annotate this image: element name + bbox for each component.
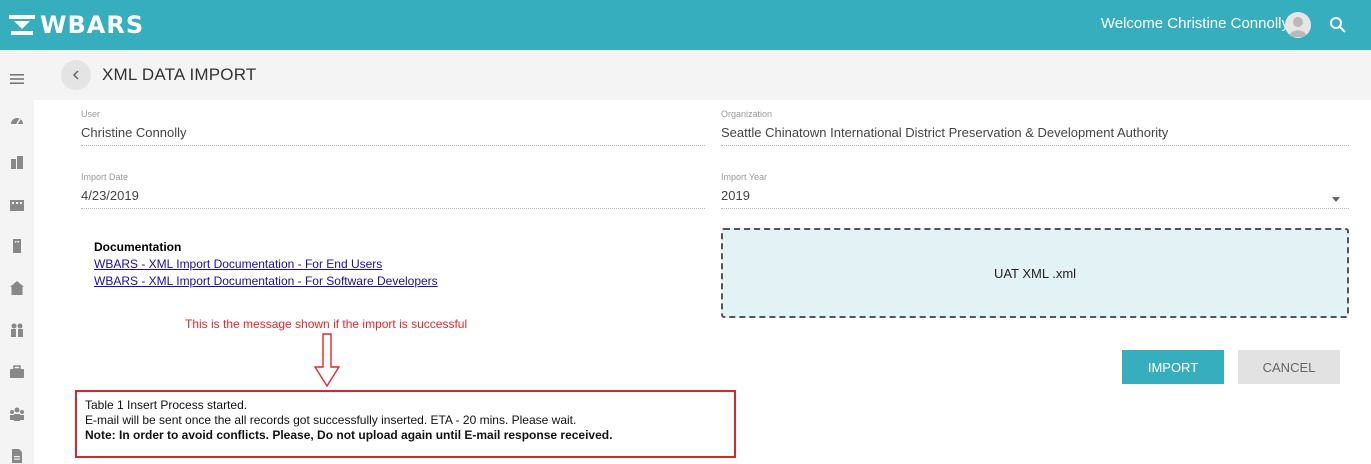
organization-label: Organization: [721, 109, 773, 119]
briefcase-icon[interactable]: [9, 364, 25, 380]
app-logo[interactable]: WBARS: [8, 10, 144, 40]
annotation-arrow-icon: [313, 333, 341, 388]
user-avatar-icon[interactable]: [1285, 12, 1311, 38]
search-icon[interactable]: [1325, 12, 1351, 38]
dashboard-icon[interactable]: [9, 112, 25, 128]
house-icon[interactable]: [9, 280, 25, 296]
import-date-label: Import Date: [81, 172, 129, 182]
cancel-button[interactable]: CANCEL: [1238, 350, 1340, 384]
import-date-field[interactable]: 4/23/2019: [81, 188, 139, 203]
end-user-doc-link[interactable]: WBARS - XML Import Documentation - For E…: [94, 257, 382, 271]
documentation-title: Documentation: [94, 240, 182, 254]
import-year-select[interactable]: 2019: [721, 188, 750, 203]
organization-field[interactable]: Seattle Chinatown International District…: [721, 125, 1168, 140]
annotation-text: This is the message shown if the import …: [185, 317, 468, 331]
page-header: XML DATA IMPORT: [34, 50, 1371, 100]
message-note: Note: In order to avoid conflicts. Pleas…: [85, 428, 613, 442]
back-button[interactable]: [61, 60, 91, 90]
document-icon[interactable]: [9, 448, 25, 464]
properties-icon[interactable]: [9, 196, 25, 212]
tower-icon[interactable]: [9, 238, 25, 254]
message-line: Table 1 Insert Process started.: [85, 398, 248, 412]
organization-field-underline: [721, 145, 1349, 146]
user-label: User: [81, 109, 101, 119]
uploaded-file-name: UAT XML .xml: [993, 265, 1077, 281]
chevron-left-icon: [72, 70, 79, 80]
sidebar: [0, 50, 34, 464]
import-date-field-underline: [81, 208, 705, 209]
user-field-underline: [81, 145, 705, 146]
group-icon[interactable]: [9, 406, 25, 422]
developer-doc-link[interactable]: WBARS - XML Import Documentation - For S…: [94, 274, 438, 288]
file-dropzone[interactable]: UAT XML .xml: [721, 228, 1349, 318]
people-icon[interactable]: [9, 322, 25, 338]
success-message: Table 1 Insert Process started. E-mail w…: [75, 390, 736, 458]
import-year-underline: [721, 208, 1349, 209]
user-field[interactable]: Christine Connolly: [81, 125, 187, 140]
import-button[interactable]: IMPORT: [1122, 350, 1224, 384]
page-title: XML DATA IMPORT: [102, 65, 257, 84]
message-line: E-mail will be sent once the all records…: [85, 413, 577, 427]
app-name: WBARS: [40, 11, 145, 39]
building-icon[interactable]: [9, 154, 25, 170]
top-bar: WBARS Welcome Christine Connolly: [0, 0, 1371, 50]
chevron-down-icon[interactable]: [1332, 197, 1340, 202]
import-year-label: Import Year: [721, 172, 768, 182]
menu-icon[interactable]: [9, 71, 25, 87]
wbars-logo-icon: [9, 15, 35, 35]
welcome-text: Welcome Christine Connolly: [1100, 15, 1289, 32]
